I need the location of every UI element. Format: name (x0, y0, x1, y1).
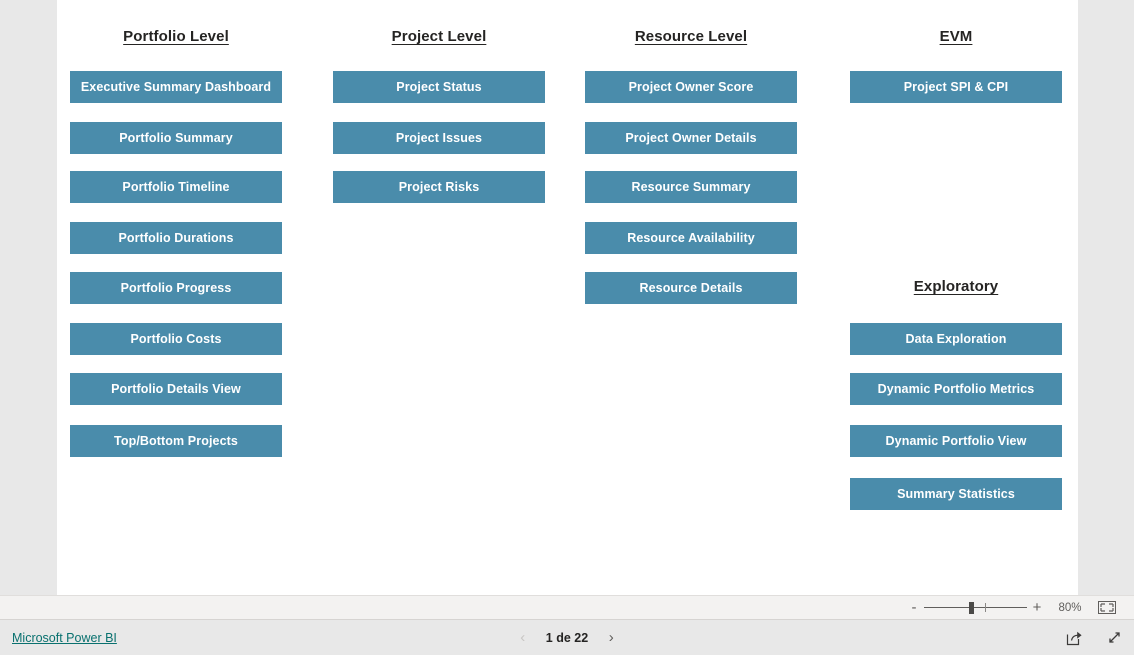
heading-exploratory: Exploratory (913, 278, 999, 295)
previous-page-button[interactable]: ‹ (516, 630, 530, 645)
nav-button-project-spi-cpi[interactable]: Project SPI & CPI (850, 71, 1062, 103)
fit-to-page-button[interactable] (1094, 600, 1120, 616)
nav-button-project-status[interactable]: Project Status (333, 71, 545, 103)
page-navigator: ‹ 1 de 22 › (0, 630, 1134, 645)
zoom-slider-thumb[interactable] (969, 601, 974, 614)
next-page-button[interactable]: › (604, 630, 618, 645)
footer-actions (1064, 628, 1124, 648)
nav-button-resource-availability[interactable]: Resource Availability (585, 222, 797, 254)
nav-button-resource-summary[interactable]: Resource Summary (585, 171, 797, 203)
nav-button-summary-statistics[interactable]: Summary Statistics (850, 478, 1062, 510)
share-button[interactable] (1064, 628, 1084, 648)
zoom-slider-track (924, 606, 1027, 608)
nav-button-portfolio-timeline[interactable]: Portfolio Timeline (70, 171, 282, 203)
power-bi-report-viewer: Portfolio Level Executive Summary Dashbo… (0, 0, 1134, 655)
page-indicator-label: 1 de 22 (545, 630, 589, 645)
nav-button-project-owner-details[interactable]: Project Owner Details (585, 122, 797, 154)
zoom-in-button[interactable]: + (1030, 600, 1044, 615)
column-portfolio-level: Portfolio Level Executive Summary Dashbo… (70, 0, 282, 595)
heading-project-level: Project Level (391, 28, 487, 45)
nav-button-project-risks[interactable]: Project Risks (333, 171, 545, 203)
nav-button-portfolio-durations[interactable]: Portfolio Durations (70, 222, 282, 254)
column-resource-level: Resource Level Project Owner Score Proje… (585, 0, 797, 595)
nav-button-data-exploration[interactable]: Data Exploration (850, 323, 1062, 355)
share-icon (1066, 631, 1082, 645)
nav-button-project-owner-score[interactable]: Project Owner Score (585, 71, 797, 103)
nav-button-portfolio-progress[interactable]: Portfolio Progress (70, 272, 282, 304)
fullscreen-icon (1108, 632, 1120, 643)
nav-button-resource-details[interactable]: Resource Details (585, 272, 797, 304)
zoom-slider[interactable] (924, 600, 1027, 616)
nav-button-dynamic-portfolio-metrics[interactable]: Dynamic Portfolio Metrics (850, 373, 1062, 405)
zoom-toolbar: - + 80% (0, 595, 1134, 620)
zoom-slider-tick (985, 602, 986, 612)
report-canvas-area: Portfolio Level Executive Summary Dashbo… (0, 0, 1134, 595)
column-evm-exploratory: EVM Project SPI & CPI Exploratory Data E… (850, 0, 1062, 595)
nav-button-dynamic-portfolio-view[interactable]: Dynamic Portfolio View (850, 425, 1062, 457)
nav-button-portfolio-details-view[interactable]: Portfolio Details View (70, 373, 282, 405)
nav-button-project-issues[interactable]: Project Issues (333, 122, 545, 154)
zoom-percent-label: 80% (1058, 601, 1082, 614)
fit-to-page-icon (1098, 601, 1116, 614)
nav-button-portfolio-summary[interactable]: Portfolio Summary (70, 122, 282, 154)
nav-button-portfolio-costs[interactable]: Portfolio Costs (70, 323, 282, 355)
zoom-out-button[interactable]: - (907, 600, 921, 615)
report-page: Portfolio Level Executive Summary Dashbo… (57, 0, 1078, 595)
report-footer: Microsoft Power BI ‹ 1 de 22 › (0, 620, 1134, 655)
nav-button-top-bottom-projects[interactable]: Top/Bottom Projects (70, 425, 282, 457)
fullscreen-button[interactable] (1104, 628, 1124, 648)
heading-portfolio-level: Portfolio Level (123, 28, 229, 45)
heading-resource-level: Resource Level (634, 28, 748, 45)
nav-button-executive-summary-dashboard[interactable]: Executive Summary Dashboard (70, 71, 282, 103)
heading-evm: EVM (939, 28, 973, 45)
column-project-level: Project Level Project Status Project Iss… (333, 0, 545, 595)
